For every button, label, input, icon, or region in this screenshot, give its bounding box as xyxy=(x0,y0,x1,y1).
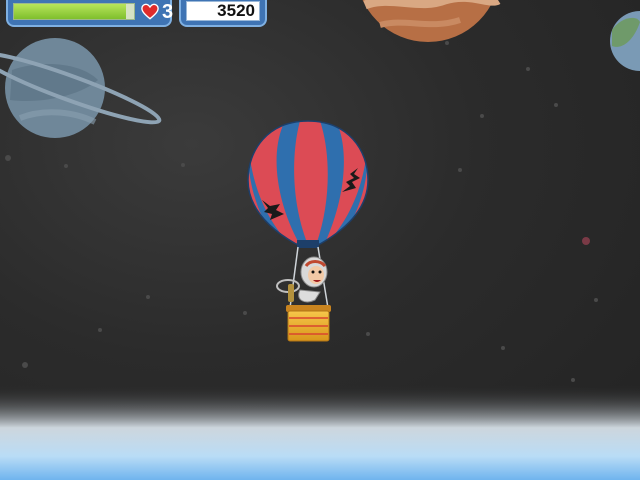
heart-icon xyxy=(141,3,159,20)
game-scene[interactable] xyxy=(0,0,640,480)
lives-count: 3 xyxy=(162,1,174,23)
ringed-planet xyxy=(0,38,162,138)
orange-planet xyxy=(362,0,501,42)
red-star xyxy=(582,237,590,245)
balloon-basket xyxy=(286,305,331,342)
pilot-character xyxy=(276,256,328,303)
score-value: 3520 xyxy=(186,1,260,21)
health-lives-panel: 3 xyxy=(6,0,174,27)
score-panel: 3520 xyxy=(179,0,267,27)
health-bar-fill xyxy=(14,4,126,19)
health-bar xyxy=(13,3,135,20)
green-planet xyxy=(610,11,640,71)
atmosphere-horizon xyxy=(0,385,640,480)
